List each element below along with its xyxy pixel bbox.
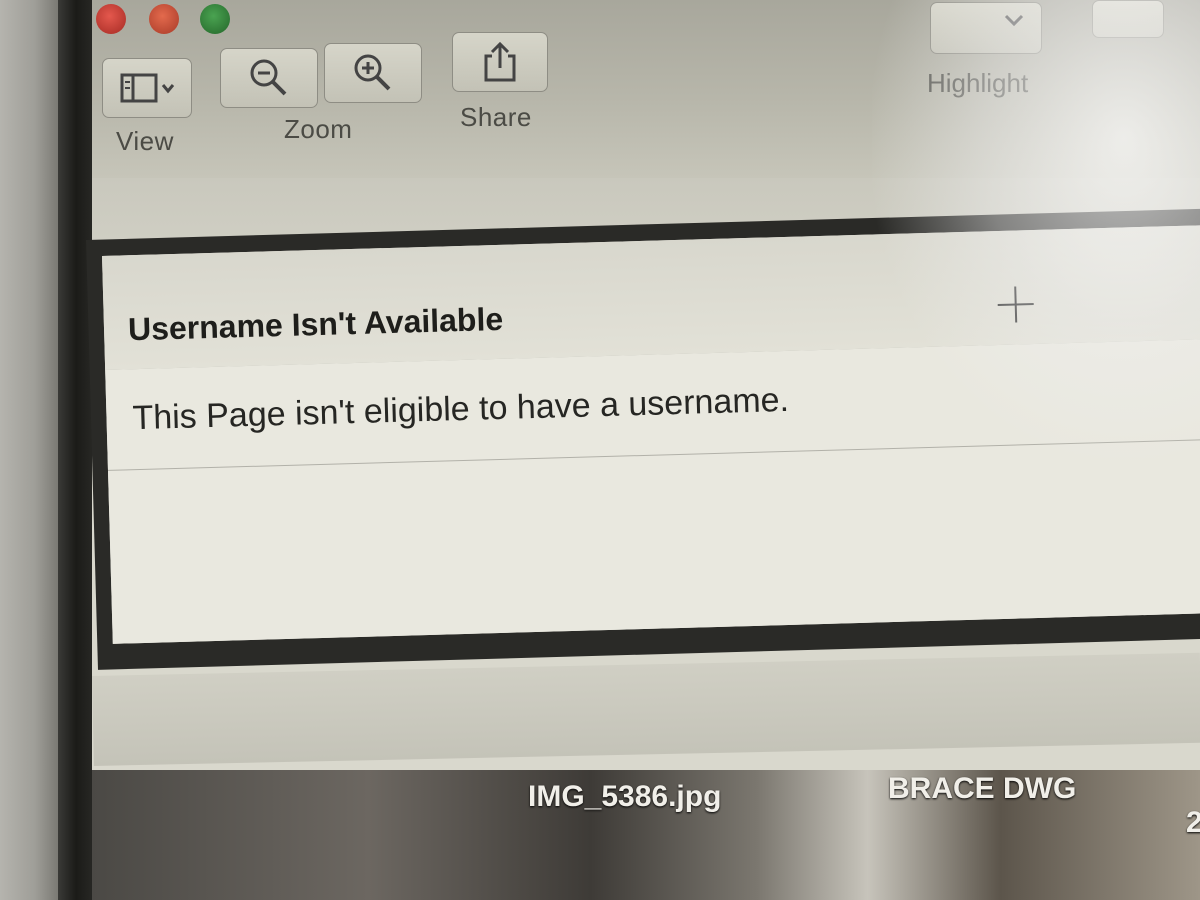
highlight-button[interactable] bbox=[930, 2, 1042, 54]
share-button[interactable] bbox=[452, 32, 548, 92]
dialog-body: This Page isn't eligible to have a usern… bbox=[105, 338, 1200, 644]
photo-of-screen: View Zoom Share Highlight Username Isn't… bbox=[0, 0, 1200, 900]
view-button[interactable] bbox=[102, 58, 192, 118]
minimize-window-button[interactable] bbox=[149, 4, 179, 34]
file-thumbnails: IMG_5386.jpg BRACE DWG 2 bbox=[92, 770, 1200, 900]
file-label[interactable]: BRACE DWG bbox=[888, 772, 1076, 806]
zoom-out-button[interactable] bbox=[220, 48, 318, 108]
chevron-down-icon bbox=[1004, 14, 1024, 33]
zoom-in-icon bbox=[351, 51, 395, 95]
content-area-lower bbox=[92, 652, 1200, 766]
plus-icon bbox=[995, 283, 1036, 329]
laptop-bezel bbox=[0, 0, 58, 900]
toolbar: View Zoom Share Highlight bbox=[92, 0, 1200, 179]
username-dialog: Username Isn't Available This Page isn't… bbox=[102, 225, 1200, 644]
share-icon bbox=[480, 40, 520, 84]
add-button[interactable] bbox=[991, 282, 1040, 331]
file-label[interactable]: 2 bbox=[1186, 806, 1200, 840]
zoom-label: Zoom bbox=[284, 114, 353, 144]
view-label: View bbox=[116, 126, 174, 156]
sidebar-view-icon bbox=[118, 71, 176, 105]
dialog-title: Username Isn't Available bbox=[127, 300, 504, 348]
highlight-label: Highlight bbox=[927, 68, 1029, 98]
zoom-out-icon bbox=[247, 56, 291, 100]
file-label[interactable]: IMG_5386.jpg bbox=[528, 780, 721, 814]
share-label: Share bbox=[460, 102, 532, 132]
toolbar-button[interactable] bbox=[1092, 0, 1164, 38]
app-window: View Zoom Share Highlight Username Isn't… bbox=[86, 0, 1200, 900]
zoom-window-button[interactable] bbox=[200, 4, 230, 34]
zoom-in-button[interactable] bbox=[324, 43, 422, 103]
dialog-message: This Page isn't eligible to have a usern… bbox=[132, 380, 790, 438]
divider bbox=[107, 438, 1200, 471]
close-window-button[interactable] bbox=[96, 4, 126, 34]
